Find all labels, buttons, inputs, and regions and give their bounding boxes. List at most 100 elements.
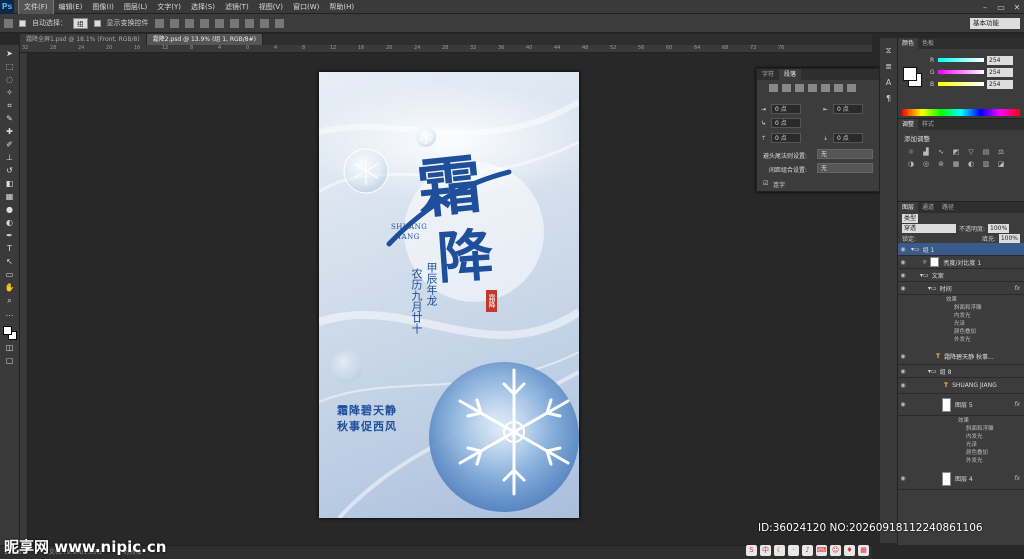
align-middle-icon[interactable]	[169, 18, 179, 28]
visibility-eye-icon[interactable]: ◉	[898, 475, 908, 482]
foreground-color-box[interactable]	[903, 67, 917, 81]
blur-tool-icon[interactable]: ●	[4, 205, 16, 215]
poster-canvas[interactable]: 霜 降 SHUANG JIANG 甲辰年龙 农历九月廿十 霜降 霜降碧天静 秋事…	[319, 72, 579, 518]
fx-icon[interactable]: fx	[1014, 475, 1020, 482]
layer-row[interactable]: ◉ ▾▭ 组 1	[898, 243, 1024, 256]
blue-slider[interactable]	[938, 82, 984, 86]
menu-edit[interactable]: 编辑(E)	[54, 0, 88, 14]
align-right-icon[interactable]	[795, 84, 804, 92]
minimize-icon[interactable]: –	[978, 0, 992, 14]
channel-mixer-icon[interactable]: ⊚	[936, 160, 946, 168]
distribute-h-icon[interactable]	[259, 18, 269, 28]
align-bottom-icon[interactable]	[184, 18, 194, 28]
history-icon[interactable]: ⧖	[883, 46, 895, 56]
more-tools-icon[interactable]: …	[4, 309, 16, 319]
layer-row[interactable]: ◉ T SHUANG JIANG	[898, 378, 1024, 394]
effect-item[interactable]: 颜色叠加	[898, 448, 1024, 456]
vibrance-icon[interactable]: ▽	[966, 148, 976, 156]
align-left-icon[interactable]	[769, 84, 778, 92]
effect-item[interactable]: 光泽	[898, 319, 1024, 327]
menu-type[interactable]: 文字(Y)	[152, 0, 186, 14]
layer-row[interactable]: ◉ ☼ 亮度/对比度 1	[898, 256, 1024, 269]
crop-tool-icon[interactable]: ⌗	[4, 101, 16, 111]
fill-field[interactable]: 100%	[998, 233, 1020, 243]
menu-layer[interactable]: 图层(L)	[119, 0, 152, 14]
fx-icon[interactable]: fx	[1014, 285, 1020, 292]
ime-punct-icon[interactable]: ·	[788, 544, 799, 556]
menu-image[interactable]: 图像(I)	[87, 0, 119, 14]
auto-select-dropdown[interactable]: 组	[73, 17, 88, 29]
color-swatches[interactable]	[2, 326, 17, 340]
layer-row[interactable]: ◉ ▾▭ 文案	[898, 269, 1024, 282]
type-tool-icon[interactable]: T	[4, 244, 16, 254]
color-spectrum[interactable]	[902, 109, 1020, 116]
visibility-eye-icon[interactable]: ◉	[898, 246, 908, 253]
layer-row[interactable]: ◉ T 霜降碧天静 秋事...	[898, 349, 1024, 365]
blue-value[interactable]: 254	[987, 79, 1013, 89]
first-line-indent-field[interactable]: 0 点	[771, 118, 801, 128]
menu-select[interactable]: 选择(S)	[186, 0, 220, 14]
exposure-icon[interactable]: ◩	[951, 148, 961, 156]
visibility-eye-icon[interactable]: ◉	[898, 368, 908, 375]
menu-help[interactable]: 帮助(H)	[324, 0, 359, 14]
black-white-icon[interactable]: ◑	[906, 160, 916, 168]
lasso-tool-icon[interactable]: ◌	[4, 75, 16, 85]
tab-adjustments[interactable]: 调整	[898, 119, 919, 130]
move-tool-icon[interactable]	[4, 18, 13, 28]
align-center-icon[interactable]	[782, 84, 791, 92]
justify-center-icon[interactable]	[821, 84, 830, 92]
pen-tool-icon[interactable]: ✒	[4, 231, 16, 241]
move-tool-icon[interactable]: ➤	[4, 49, 16, 59]
paragraph-panel-icon[interactable]: ¶	[883, 94, 895, 104]
effect-item[interactable]: 斜面和浮雕	[898, 303, 1024, 311]
tab-paths[interactable]: 路径	[938, 202, 958, 213]
eyedropper-icon[interactable]: ✎	[4, 114, 16, 124]
character-panel-icon[interactable]: A	[883, 78, 895, 88]
foreground-color-swatch[interactable]	[2, 326, 12, 335]
red-value[interactable]: 254	[987, 55, 1013, 65]
effect-item[interactable]: 内发光	[898, 432, 1024, 440]
fx-icon[interactable]: fx	[1014, 401, 1020, 408]
distribute-icon[interactable]	[244, 18, 254, 28]
ime-logo-icon[interactable]: S	[746, 544, 757, 556]
ime-keyboard-icon[interactable]: ⌨	[816, 544, 827, 556]
space-after-field[interactable]: 0 点	[833, 133, 863, 143]
eraser-tool-icon[interactable]: ◧	[4, 179, 16, 189]
levels-icon[interactable]: ▟	[921, 148, 931, 156]
layer-row[interactable]: ◉ 图层 4 fx	[898, 468, 1024, 490]
effect-item[interactable]: 斜面和浮雕	[898, 424, 1024, 432]
visibility-eye-icon[interactable]: ◉	[898, 272, 908, 279]
visibility-eye-icon[interactable]: ◉	[898, 382, 908, 389]
ime-moon-icon[interactable]: ☾	[774, 544, 785, 556]
layer-row[interactable]: ◉ ▾▭ 时间 fx	[898, 282, 1024, 295]
brightness-icon[interactable]: ☼	[906, 148, 916, 156]
align-left-icon[interactable]	[199, 18, 209, 28]
justify-all-icon[interactable]	[847, 84, 856, 92]
auto-align-icon[interactable]	[274, 18, 284, 28]
layer-row[interactable]: ◉ 图层 5 fx	[898, 394, 1024, 416]
align-right-icon[interactable]	[229, 18, 239, 28]
marquee-tool-icon[interactable]: ⬚	[4, 62, 16, 72]
align-top-icon[interactable]	[154, 18, 164, 28]
effect-item[interactable]: 内发光	[898, 311, 1024, 319]
zoom-tool-icon[interactable]: ⌕	[4, 296, 16, 306]
curves-icon[interactable]: ∿	[936, 148, 946, 156]
layer-kind-dropdown[interactable]: 类型	[902, 213, 919, 223]
healing-brush-icon[interactable]: ✚	[4, 127, 16, 137]
visibility-eye-icon[interactable]: ◉	[898, 259, 908, 266]
invert-icon[interactable]: ◐	[966, 160, 976, 168]
menu-view[interactable]: 视图(V)	[254, 0, 288, 14]
visibility-eye-icon[interactable]: ◉	[898, 285, 908, 292]
justify-left-icon[interactable]	[808, 84, 817, 92]
quick-mask-icon[interactable]: ◫	[4, 343, 16, 353]
document-tab-active[interactable]: 霜降2.psd @ 13.9% (组 1, RGB/8#)	[146, 34, 263, 45]
posterize-icon[interactable]: ▥	[981, 160, 991, 168]
workspace-dropdown[interactable]: 基本功能	[970, 18, 1020, 29]
show-transform-checkbox[interactable]	[93, 19, 101, 27]
indent-right-field[interactable]: 0 点	[833, 104, 863, 114]
maximize-icon[interactable]: ▭	[994, 0, 1008, 14]
layer-row[interactable]: ◉ ▾▭ 组 8	[898, 365, 1024, 378]
ime-mic-icon[interactable]: ♪	[802, 544, 813, 556]
tab-character[interactable]: 字符	[757, 69, 779, 80]
tab-styles[interactable]: 样式	[918, 119, 938, 130]
